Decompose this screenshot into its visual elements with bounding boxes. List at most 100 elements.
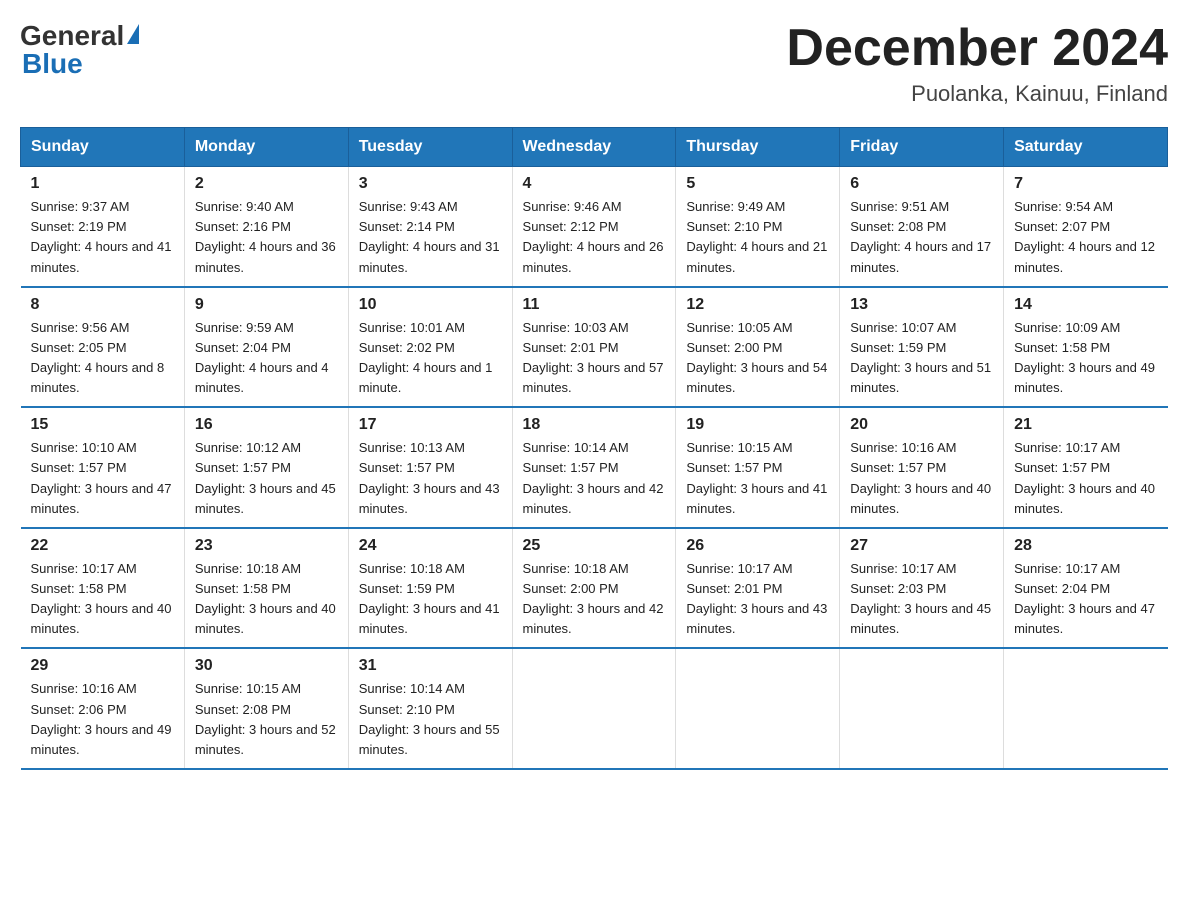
day-number: 5: [686, 175, 829, 193]
calendar-cell: 5 Sunrise: 9:49 AMSunset: 2:10 PMDaylight…: [676, 167, 840, 287]
calendar-cell: 23 Sunrise: 10:18 AMSunset: 1:58 PMDaylig…: [184, 528, 348, 649]
weekday-header-tuesday: Tuesday: [348, 128, 512, 167]
day-info: Sunrise: 10:17 AMSunset: 1:58 PMDaylight…: [31, 559, 174, 640]
calendar-cell: 12 Sunrise: 10:05 AMSunset: 2:00 PMDaylig…: [676, 287, 840, 408]
day-number: 18: [523, 416, 666, 434]
day-info: Sunrise: 10:14 AMSunset: 2:10 PMDaylight…: [359, 679, 502, 760]
day-info: Sunrise: 10:17 AMSunset: 2:01 PMDaylight…: [686, 559, 829, 640]
day-info: Sunrise: 9:51 AMSunset: 2:08 PMDaylight:…: [850, 197, 993, 278]
calendar-cell: 17 Sunrise: 10:13 AMSunset: 1:57 PMDaylig…: [348, 407, 512, 528]
day-info: Sunrise: 9:59 AMSunset: 2:04 PMDaylight:…: [195, 318, 338, 399]
day-number: 3: [359, 175, 502, 193]
day-info: Sunrise: 9:37 AMSunset: 2:19 PMDaylight:…: [31, 197, 174, 278]
calendar-cell: 29 Sunrise: 10:16 AMSunset: 2:06 PMDaylig…: [21, 648, 185, 769]
day-number: 14: [1014, 296, 1157, 314]
day-number: 28: [1014, 537, 1157, 555]
day-number: 29: [31, 657, 174, 675]
month-title: December 2024: [786, 20, 1168, 77]
calendar-cell: 7Sunrise: 9:54 AMSunset: 2:07 PMDaylight…: [1004, 167, 1168, 287]
calendar-cell: 19Sunrise: 10:15 AMSunset: 1:57 PMDaylig…: [676, 407, 840, 528]
day-info: Sunrise: 10:13 AMSunset: 1:57 PMDaylight…: [359, 438, 502, 519]
day-number: 27: [850, 537, 993, 555]
title-section: December 2024 Puolanka, Kainuu, Finland: [786, 20, 1168, 107]
day-number: 20: [850, 416, 993, 434]
day-number: 12: [686, 296, 829, 314]
calendar-week-row: 29 Sunrise: 10:16 AMSunset: 2:06 PMDaylig…: [21, 648, 1168, 769]
day-info: Sunrise: 10:18 AMSunset: 1:59 PMDaylight…: [359, 559, 502, 640]
logo: General Blue: [20, 20, 139, 80]
calendar-cell: 30 Sunrise: 10:15 AMSunset: 2:08 PMDaylig…: [184, 648, 348, 769]
day-info: Sunrise: 9:46 AMSunset: 2:12 PMDaylight:…: [523, 197, 666, 278]
calendar-cell: [676, 648, 840, 769]
day-info: Sunrise: 10:18 AMSunset: 2:00 PMDaylight…: [523, 559, 666, 640]
calendar-cell: 27 Sunrise: 10:17 AMSunset: 2:03 PMDaylig…: [840, 528, 1004, 649]
calendar-cell: 22Sunrise: 10:17 AMSunset: 1:58 PMDaylig…: [21, 528, 185, 649]
weekday-header-sunday: Sunday: [21, 128, 185, 167]
day-number: 30: [195, 657, 338, 675]
weekday-header-friday: Friday: [840, 128, 1004, 167]
weekday-header-wednesday: Wednesday: [512, 128, 676, 167]
calendar-cell: 18Sunrise: 10:14 AMSunset: 1:57 PMDaylig…: [512, 407, 676, 528]
calendar-header-row: SundayMondayTuesdayWednesdayThursdayFrid…: [21, 128, 1168, 167]
calendar-cell: 26 Sunrise: 10:17 AMSunset: 2:01 PMDaylig…: [676, 528, 840, 649]
day-info: Sunrise: 10:18 AMSunset: 1:58 PMDaylight…: [195, 559, 338, 640]
logo-triangle-icon: [127, 24, 139, 44]
day-number: 26: [686, 537, 829, 555]
calendar-cell: 31Sunrise: 10:14 AMSunset: 2:10 PMDaylig…: [348, 648, 512, 769]
day-info: Sunrise: 10:15 AMSunset: 2:08 PMDaylight…: [195, 679, 338, 760]
day-number: 15: [31, 416, 174, 434]
day-number: 17: [359, 416, 502, 434]
calendar-cell: 28 Sunrise: 10:17 AMSunset: 2:04 PMDaylig…: [1004, 528, 1168, 649]
day-info: Sunrise: 9:54 AMSunset: 2:07 PMDaylight:…: [1014, 197, 1157, 278]
day-info: Sunrise: 10:16 AMSunset: 2:06 PMDaylight…: [31, 679, 174, 760]
calendar-cell: 21 Sunrise: 10:17 AMSunset: 1:57 PMDaylig…: [1004, 407, 1168, 528]
day-info: Sunrise: 10:17 AMSunset: 1:57 PMDaylight…: [1014, 438, 1157, 519]
day-number: 21: [1014, 416, 1157, 434]
calendar-cell: [840, 648, 1004, 769]
day-info: Sunrise: 10:12 AMSunset: 1:57 PMDaylight…: [195, 438, 338, 519]
calendar-cell: 14Sunrise: 10:09 AMSunset: 1:58 PMDaylig…: [1004, 287, 1168, 408]
page-header: General Blue December 2024 Puolanka, Kai…: [20, 20, 1168, 107]
day-info: Sunrise: 10:15 AMSunset: 1:57 PMDaylight…: [686, 438, 829, 519]
day-info: Sunrise: 9:43 AMSunset: 2:14 PMDaylight:…: [359, 197, 502, 278]
day-info: Sunrise: 10:05 AMSunset: 2:00 PMDaylight…: [686, 318, 829, 399]
location-title: Puolanka, Kainuu, Finland: [786, 81, 1168, 107]
day-number: 11: [523, 296, 666, 314]
day-info: Sunrise: 9:49 AMSunset: 2:10 PMDaylight:…: [686, 197, 829, 278]
logo-blue-text: Blue: [20, 48, 83, 80]
day-number: 24: [359, 537, 502, 555]
calendar-cell: 25 Sunrise: 10:18 AMSunset: 2:00 PMDaylig…: [512, 528, 676, 649]
calendar-table: SundayMondayTuesdayWednesdayThursdayFrid…: [20, 127, 1168, 770]
calendar-cell: 10 Sunrise: 10:01 AMSunset: 2:02 PMDaylig…: [348, 287, 512, 408]
day-number: 8: [31, 296, 174, 314]
day-number: 1: [31, 175, 174, 193]
weekday-header-monday: Monday: [184, 128, 348, 167]
calendar-cell: 15 Sunrise: 10:10 AMSunset: 1:57 PMDaylig…: [21, 407, 185, 528]
calendar-cell: 9Sunrise: 9:59 AMSunset: 2:04 PMDaylight…: [184, 287, 348, 408]
day-info: Sunrise: 9:56 AMSunset: 2:05 PMDaylight:…: [31, 318, 174, 399]
day-info: Sunrise: 10:17 AMSunset: 2:03 PMDaylight…: [850, 559, 993, 640]
calendar-cell: 4 Sunrise: 9:46 AMSunset: 2:12 PMDaylight…: [512, 167, 676, 287]
day-info: Sunrise: 10:07 AMSunset: 1:59 PMDaylight…: [850, 318, 993, 399]
calendar-cell: 3 Sunrise: 9:43 AMSunset: 2:14 PMDaylight…: [348, 167, 512, 287]
day-info: Sunrise: 10:10 AMSunset: 1:57 PMDaylight…: [31, 438, 174, 519]
day-info: Sunrise: 10:17 AMSunset: 2:04 PMDaylight…: [1014, 559, 1157, 640]
calendar-cell: [1004, 648, 1168, 769]
day-number: 25: [523, 537, 666, 555]
day-number: 2: [195, 175, 338, 193]
calendar-cell: 11Sunrise: 10:03 AMSunset: 2:01 PMDaylig…: [512, 287, 676, 408]
day-number: 4: [523, 175, 666, 193]
day-number: 23: [195, 537, 338, 555]
day-number: 6: [850, 175, 993, 193]
calendar-cell: 2 Sunrise: 9:40 AMSunset: 2:16 PMDaylight…: [184, 167, 348, 287]
day-info: Sunrise: 9:40 AMSunset: 2:16 PMDaylight:…: [195, 197, 338, 278]
calendar-cell: 20Sunrise: 10:16 AMSunset: 1:57 PMDaylig…: [840, 407, 1004, 528]
day-info: Sunrise: 10:01 AMSunset: 2:02 PMDaylight…: [359, 318, 502, 399]
calendar-cell: 8 Sunrise: 9:56 AMSunset: 2:05 PMDaylight…: [21, 287, 185, 408]
calendar-cell: 13Sunrise: 10:07 AMSunset: 1:59 PMDaylig…: [840, 287, 1004, 408]
day-number: 10: [359, 296, 502, 314]
calendar-week-row: 22Sunrise: 10:17 AMSunset: 1:58 PMDaylig…: [21, 528, 1168, 649]
weekday-header-thursday: Thursday: [676, 128, 840, 167]
weekday-header-saturday: Saturday: [1004, 128, 1168, 167]
calendar-cell: 24 Sunrise: 10:18 AMSunset: 1:59 PMDaylig…: [348, 528, 512, 649]
